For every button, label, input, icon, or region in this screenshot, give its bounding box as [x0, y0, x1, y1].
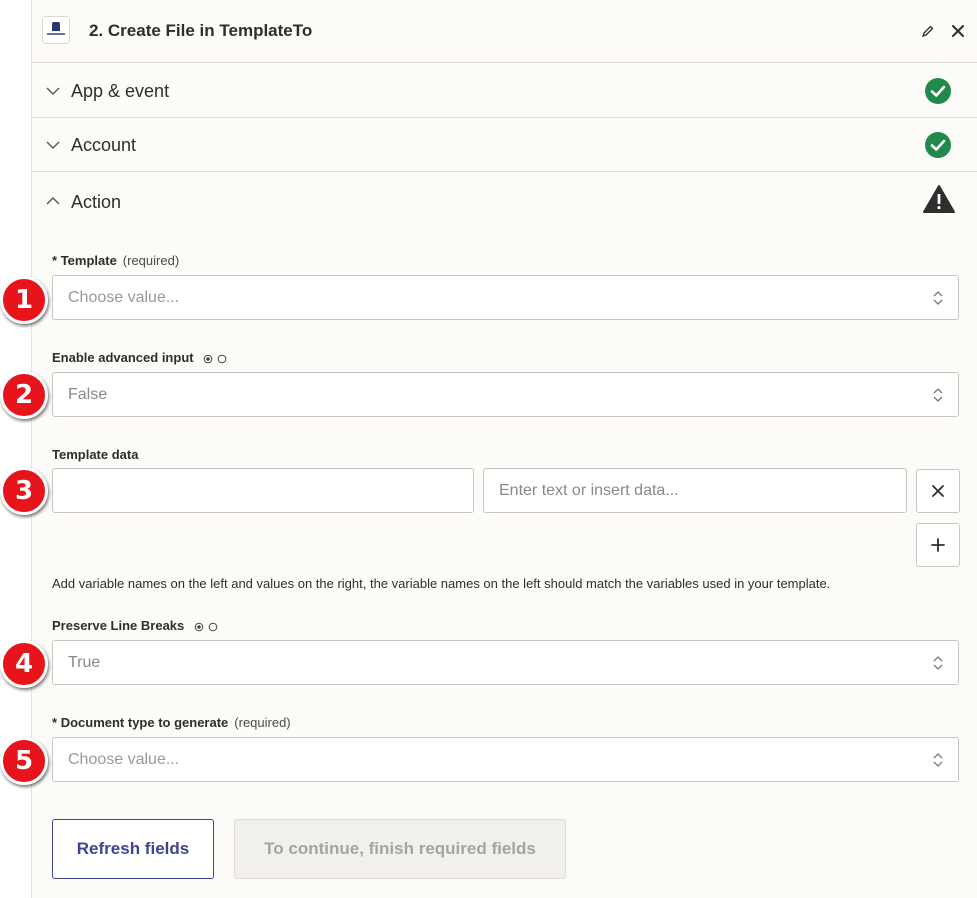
chevron-down-icon [46, 87, 60, 95]
annotation-marker-4: 4 [0, 640, 48, 688]
advanced-input-label: Enable advanced input [52, 350, 229, 365]
section-action[interactable]: Action [32, 172, 977, 232]
preserve-line-breaks-value: True [68, 654, 101, 671]
select-arrows-icon [933, 388, 943, 402]
step-title: 2. Create File in TemplateTo [89, 21, 313, 40]
select-arrows-icon [933, 291, 943, 305]
chevron-down-icon [46, 141, 60, 149]
section-app-event[interactable]: App & event [32, 64, 977, 118]
close-icon[interactable] [950, 23, 966, 39]
check-circle-icon [925, 132, 951, 158]
section-label: Account [71, 135, 137, 155]
template-field-label: * Template (required) [52, 253, 180, 268]
annotation-marker-2: 2 [0, 371, 48, 419]
section-label: Action [71, 192, 122, 212]
template-select[interactable]: Choose value... [52, 275, 959, 320]
value-placeholder: Enter text or insert data... [499, 482, 679, 499]
step-editor-panel: 2. Create File in TemplateTo App & event… [31, 0, 977, 898]
continue-button[interactable]: To continue, finish required fields [234, 819, 566, 879]
annotation-marker-3: 3 [0, 467, 48, 515]
check-circle-icon [925, 78, 951, 104]
radio-toggle-icon[interactable] [203, 354, 229, 364]
radio-toggle-icon[interactable] [194, 622, 220, 632]
template-data-value-input[interactable]: Enter text or insert data... [483, 468, 907, 513]
refresh-fields-button[interactable]: Refresh fields [52, 819, 214, 879]
add-row-button[interactable] [916, 523, 960, 567]
select-arrows-icon [933, 753, 943, 767]
template-data-label: Template data [52, 447, 139, 462]
document-type-placeholder: Choose value... [68, 751, 180, 768]
advanced-input-value: False [68, 386, 108, 403]
warning-icon [923, 185, 955, 213]
template-data-helper-text: Add variable names on the left and value… [52, 576, 831, 591]
section-account[interactable]: Account [32, 118, 977, 172]
plus-icon [931, 538, 945, 552]
preserve-line-breaks-select[interactable]: True [52, 640, 959, 685]
templateto-app-icon [42, 16, 70, 44]
annotation-marker-5: 5 [0, 737, 48, 785]
chevron-up-icon [46, 197, 60, 205]
advanced-input-select[interactable]: False [52, 372, 959, 417]
document-type-select[interactable]: Choose value... [52, 737, 959, 782]
select-arrows-icon [933, 656, 943, 670]
step-header: 2. Create File in TemplateTo [32, 0, 977, 63]
section-label: App & event [71, 81, 170, 101]
close-icon [932, 485, 944, 497]
document-type-label: * Document type to generate (required) [52, 715, 291, 730]
template-placeholder: Choose value... [68, 289, 180, 306]
remove-row-button[interactable] [916, 469, 960, 513]
template-data-key-input[interactable] [52, 468, 474, 513]
preserve-line-breaks-label: Preserve Line Breaks [52, 618, 220, 633]
pencil-icon[interactable] [921, 24, 935, 38]
annotation-marker-1: 1 [0, 276, 48, 324]
